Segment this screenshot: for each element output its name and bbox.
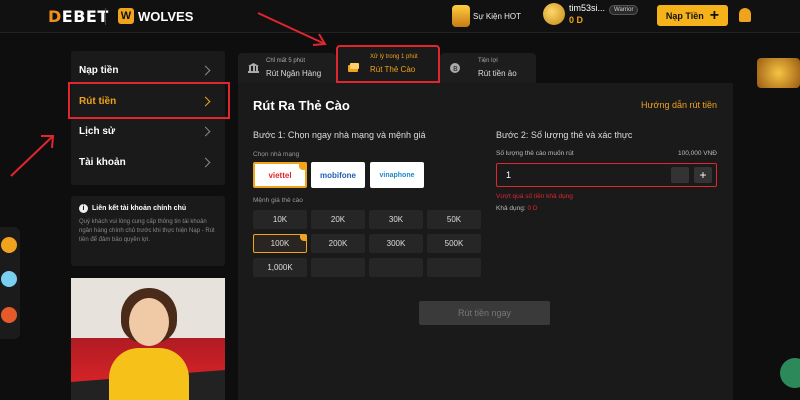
page-title: Rút Ra Thẻ Cào (253, 98, 350, 113)
game-icon[interactable] (1, 271, 17, 287)
tab-subtext: Chỉ mất 5 phút (266, 58, 306, 64)
agent-face (129, 298, 169, 346)
highlight-box-withdraw (68, 82, 230, 119)
denom-option[interactable]: 1,000K (253, 258, 307, 277)
denom-option[interactable]: 500K (427, 234, 481, 253)
denom-option[interactable]: 10K (253, 210, 307, 229)
avail-amount: 0 D (527, 205, 538, 212)
withdraw-card-panel: Rút Ra Thẻ Cào Hướng dẫn rút tiền Bước 1… (238, 83, 733, 400)
chevron-right-icon (200, 65, 211, 75)
bitcoin-icon: B (450, 63, 460, 73)
tab-subtext: Xử lý trong 1 phút (370, 54, 418, 60)
denom-option[interactable]: 20K (311, 210, 365, 229)
wolves-partner-logo: W WOLVES (118, 8, 193, 24)
rank-badge: Warrior (609, 5, 639, 15)
hot-event-button[interactable]: Sự Kiện HOT (452, 5, 521, 27)
denom-label: Mệnh giá thẻ cào (253, 197, 303, 204)
game-icon[interactable] (1, 237, 17, 253)
denom-empty (311, 258, 365, 277)
error-message: Vượt quá số tiền khả dụng (496, 193, 573, 200)
svg-text:B: B (453, 65, 458, 73)
step1-title: Bước 1: Chọn ngay nhà mạng và mệnh giá (253, 130, 426, 140)
promo-badge[interactable] (757, 58, 800, 88)
tab-label: Rút tiền ảo (478, 69, 517, 78)
avatar (543, 3, 565, 25)
wolf-icon: W (118, 8, 134, 24)
tab-crypto-withdraw[interactable]: B Tiện lợi Rút tiền ảo (440, 53, 536, 83)
game-icon[interactable] (1, 307, 17, 323)
denom-empty (369, 258, 423, 277)
user-profile[interactable]: tim53si... Warrior 0 D (543, 3, 639, 25)
link-bank-description: Quý khách vui lòng cung cấp thông tin tà… (79, 219, 215, 243)
denom-option[interactable]: 300K (369, 234, 423, 253)
tab-bank-withdraw[interactable]: Chỉ mất 5 phút Rút Ngân Hàng (238, 53, 336, 83)
sidebar-item-label: Nạp tiền (79, 64, 119, 76)
denom-option[interactable]: 30K (369, 210, 423, 229)
tab-label: Rút Thẻ Cào (370, 65, 416, 74)
balance: 0 D (569, 15, 584, 25)
floating-games-bar (0, 227, 20, 339)
plus-icon: + (709, 6, 720, 24)
chevron-right-icon (200, 157, 211, 167)
event-label: Sự Kiện HOT (473, 11, 522, 21)
deposit-label: Nạp Tiền (665, 10, 704, 21)
tab-label: Rút Ngân Hàng (266, 69, 322, 78)
carrier-name: vinaphone (379, 171, 415, 179)
bell-icon[interactable] (739, 8, 751, 22)
check-icon (300, 234, 307, 241)
info-icon: i (79, 204, 88, 213)
username: tim53si... (569, 3, 606, 13)
annotation-arrow-menu (10, 135, 55, 177)
carrier-viettel[interactable]: viettel (253, 162, 307, 188)
quantity-stepper[interactable]: 1 + (496, 163, 717, 187)
sidebar-item-history[interactable]: Lịch sử (79, 118, 219, 144)
bank-icon (248, 63, 259, 73)
carrier-name: mobifone (320, 170, 356, 180)
carrier-label: Chọn nhà mạng (253, 151, 300, 158)
check-icon (299, 162, 307, 170)
gift-icon (452, 5, 470, 27)
chat-icon[interactable] (780, 358, 800, 388)
carrier-vinaphone[interactable]: vinaphone (370, 162, 424, 188)
top-header: DEBET W WOLVES Sự Kiện HOT tim53si... War… (0, 0, 800, 33)
available-balance: Khả dụng: 0 D (496, 205, 538, 212)
avail-label: Khả dụng: (496, 205, 526, 212)
link-bank-title: Liên kết tài khoản chính chủ (92, 205, 187, 212)
support-agent-banner[interactable] (71, 278, 225, 400)
sidebar-item-label: Lịch sử (79, 125, 116, 137)
tab-card-withdraw[interactable]: Xử lý trong 1 phút Rút Thẻ Cào (336, 45, 440, 83)
minus-button[interactable] (671, 167, 689, 183)
denom-option[interactable]: 50K (427, 210, 481, 229)
denom-option[interactable]: 200K (311, 234, 365, 253)
quantity-input[interactable]: 1 (506, 170, 511, 180)
chevron-right-icon (200, 126, 211, 136)
carrier-mobifone[interactable]: mobifone (311, 162, 365, 188)
step2-title: Bước 2: Số lượng thẻ và xác thực (496, 130, 633, 140)
qty-total: 100,000 VNĐ (677, 150, 717, 157)
card-icon (348, 63, 359, 72)
link-bank-notice: i Liên kết tài khoản chính chủ Quý khách… (71, 196, 225, 266)
withdraw-method-tabs: Chỉ mất 5 phút Rút Ngân Hàng Xử lý trong… (238, 45, 536, 83)
logo-divider (105, 8, 106, 25)
carrier-name: viettel (268, 170, 292, 180)
annotation-arrow-tab (257, 12, 327, 46)
withdraw-now-button[interactable]: Rút tiền ngay (419, 301, 550, 325)
denom-empty (427, 258, 481, 277)
sidebar-item-label: Tài khoản (79, 156, 126, 168)
agent-body (109, 348, 189, 400)
qty-label: Số lượng thẻ cào muốn rút (496, 150, 574, 157)
withdraw-guide-link[interactable]: Hướng dẫn rút tiền (641, 100, 717, 110)
sidebar-item-account[interactable]: Tài khoản (79, 149, 219, 175)
denom-option-selected[interactable]: 100K (253, 234, 307, 253)
tab-subtext: Tiện lợi (478, 58, 498, 64)
debet-logo[interactable]: DEBET (48, 7, 109, 26)
partner-name: WOLVES (138, 8, 194, 24)
deposit-button[interactable]: Nạp Tiền + (657, 5, 728, 26)
denom-value: 100K (270, 239, 290, 248)
sidebar-item-deposit[interactable]: Nạp tiền (79, 57, 219, 83)
plus-button[interactable]: + (694, 167, 712, 183)
